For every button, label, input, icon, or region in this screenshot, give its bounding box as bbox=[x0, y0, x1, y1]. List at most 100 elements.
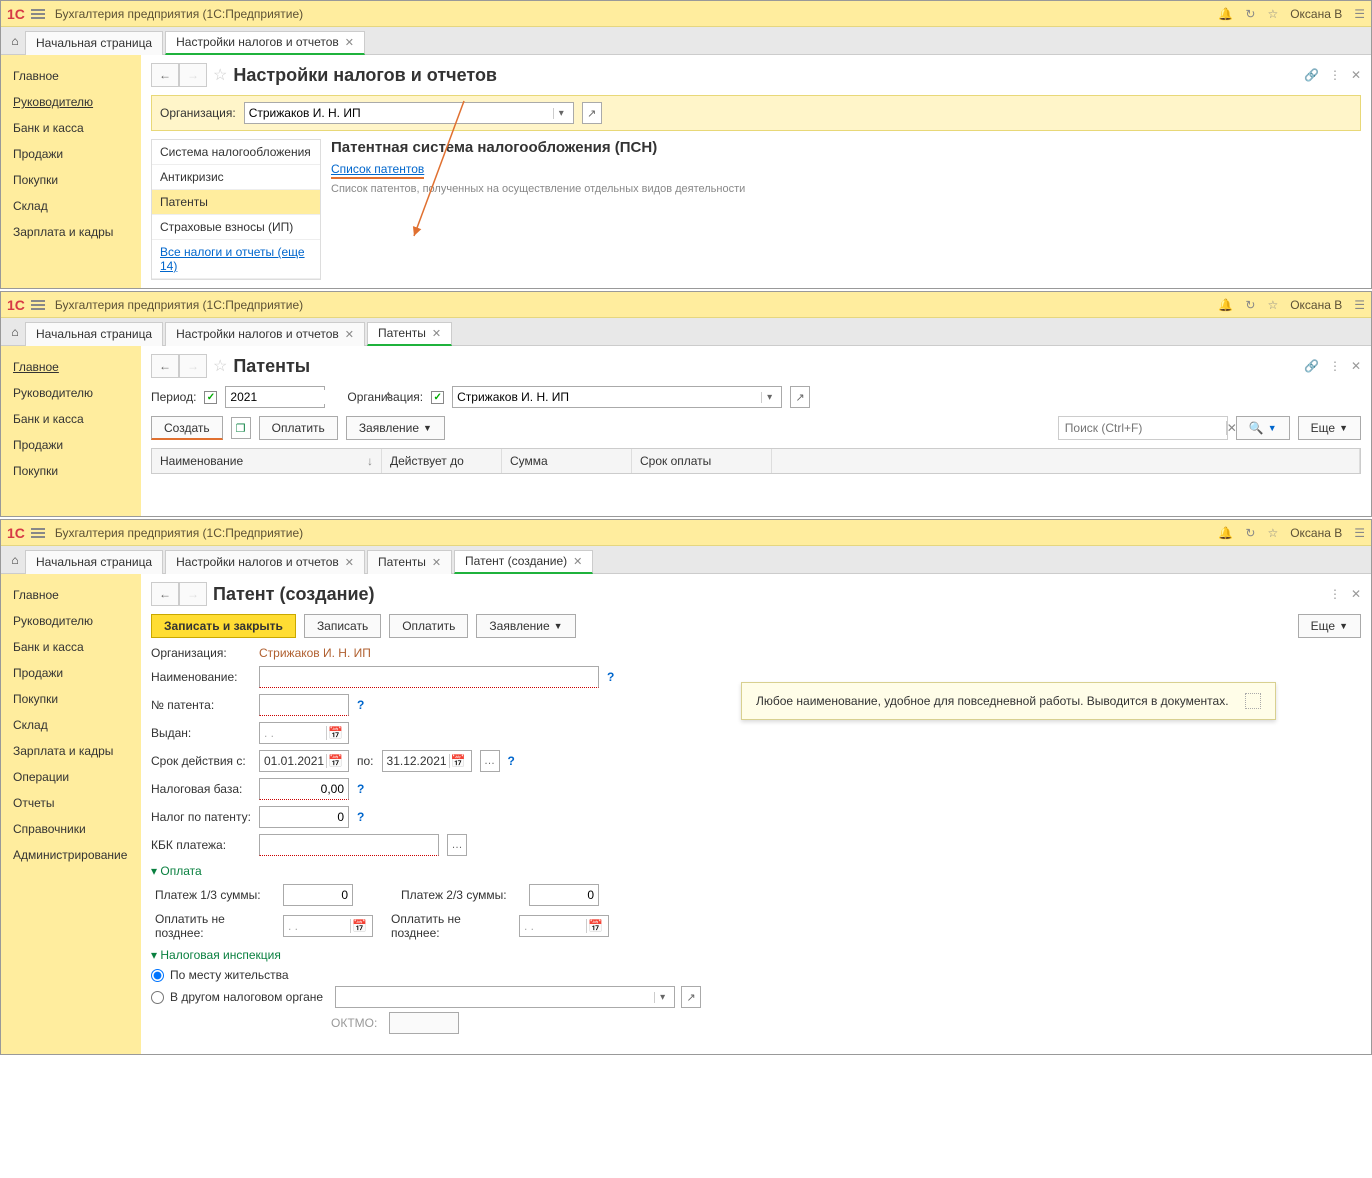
nav-patents[interactable]: Патенты bbox=[152, 190, 320, 215]
bell-icon[interactable]: 🔔 bbox=[1218, 298, 1233, 312]
period-input[interactable]: ▲▼ bbox=[225, 386, 325, 408]
sidebar-item-sales[interactable]: Продажи bbox=[1, 432, 141, 458]
hamburger-icon[interactable] bbox=[31, 526, 45, 540]
save-button[interactable]: Записать bbox=[304, 614, 381, 638]
col-name[interactable]: Наименование↓ bbox=[152, 449, 382, 473]
close-icon[interactable]: ✕ bbox=[345, 328, 354, 341]
open-org-button[interactable]: ↗ bbox=[790, 386, 810, 408]
back-button[interactable]: ← bbox=[151, 582, 179, 606]
pay13-input[interactable] bbox=[283, 884, 353, 906]
bell-icon[interactable]: 🔔 bbox=[1218, 526, 1233, 540]
tax-inspection-section[interactable]: ▾ Налоговая инспекция bbox=[151, 948, 1361, 962]
save-close-button[interactable]: Записать и закрыть bbox=[151, 614, 296, 638]
tax-input[interactable] bbox=[259, 806, 349, 828]
tax-org-combo[interactable]: ▾ bbox=[335, 986, 675, 1008]
tab-patents[interactable]: Патенты✕ bbox=[367, 322, 452, 346]
application-button[interactable]: Заявление ▼ bbox=[476, 614, 575, 638]
tab-tax-settings[interactable]: Настройки налогов и отчетов✕ bbox=[165, 550, 365, 574]
forward-button[interactable]: → bbox=[179, 354, 207, 378]
col-valid-to[interactable]: Действует до bbox=[382, 449, 502, 473]
help-icon[interactable]: ? bbox=[357, 698, 364, 712]
bell-icon[interactable]: 🔔 bbox=[1218, 7, 1233, 21]
org-value[interactable]: Стрижаков И. Н. ИП bbox=[259, 646, 371, 660]
help-icon[interactable]: ? bbox=[357, 810, 364, 824]
sidebar-item-bank[interactable]: Банк и касса bbox=[1, 406, 141, 432]
forward-button[interactable]: → bbox=[179, 63, 207, 87]
period-checkbox[interactable]: ✓ bbox=[204, 391, 217, 404]
sidebar-item-warehouse[interactable]: Склад bbox=[1, 712, 141, 738]
nav-all-taxes[interactable]: Все налоги и отчеты (еще 14) bbox=[152, 240, 320, 279]
sidebar-item-warehouse[interactable]: Склад bbox=[1, 193, 141, 219]
more-button[interactable]: Еще ▼ bbox=[1298, 416, 1361, 440]
issued-date[interactable]: . .📅 bbox=[259, 722, 349, 744]
home-icon[interactable]: ⌂ bbox=[5, 34, 25, 48]
back-button[interactable]: ← bbox=[151, 63, 179, 87]
home-icon[interactable]: ⌂ bbox=[5, 325, 25, 339]
hamburger-icon[interactable] bbox=[31, 7, 45, 21]
pay-button[interactable]: Оплатить bbox=[259, 416, 338, 440]
col-deadline[interactable]: Срок оплаты bbox=[632, 449, 772, 473]
calendar-icon[interactable]: 📅 bbox=[350, 919, 368, 933]
tab-home[interactable]: Начальная страница bbox=[25, 31, 163, 55]
help-icon[interactable]: ? bbox=[508, 754, 515, 768]
sidebar-item-manager[interactable]: Руководителю bbox=[1, 89, 141, 115]
tab-home[interactable]: Начальная страница bbox=[25, 322, 163, 346]
menu-icon[interactable]: ☰ bbox=[1354, 526, 1365, 540]
link-icon[interactable]: 🔗 bbox=[1304, 359, 1319, 373]
sidebar-item-main[interactable]: Главное bbox=[1, 582, 141, 608]
dropdown-icon[interactable]: ▾ bbox=[654, 992, 670, 1003]
name-input[interactable] bbox=[259, 666, 599, 688]
tab-tax-settings[interactable]: Настройки налогов и отчетов✕ bbox=[165, 322, 365, 346]
open-org-button[interactable]: ↗ bbox=[582, 102, 602, 124]
deadline2-date[interactable]: . .📅 bbox=[519, 915, 609, 937]
search-field[interactable] bbox=[1059, 421, 1226, 435]
sidebar-item-dictionaries[interactable]: Справочники bbox=[1, 816, 141, 842]
menu-icon[interactable]: ☰ bbox=[1354, 7, 1365, 21]
deadline1-date[interactable]: . .📅 bbox=[283, 915, 373, 937]
history-icon[interactable]: ↻ bbox=[1245, 526, 1255, 540]
sidebar-item-purchases[interactable]: Покупки bbox=[1, 458, 141, 484]
more-icon[interactable]: ⋮ bbox=[1329, 359, 1341, 373]
help-icon[interactable]: ? bbox=[607, 670, 614, 684]
close-icon[interactable]: ✕ bbox=[1351, 68, 1361, 82]
date-to[interactable]: 31.12.2021📅 bbox=[382, 750, 472, 772]
history-icon[interactable]: ↻ bbox=[1245, 7, 1255, 21]
link-icon[interactable]: 🔗 bbox=[1304, 68, 1319, 82]
create-button[interactable]: Создать bbox=[151, 416, 223, 440]
search-input[interactable]: ✕ bbox=[1058, 416, 1228, 440]
org-checkbox[interactable]: ✓ bbox=[431, 391, 444, 404]
date-from[interactable]: 01.01.2021📅 bbox=[259, 750, 349, 772]
num-input[interactable] bbox=[259, 694, 349, 716]
star-icon[interactable]: ☆ bbox=[1267, 298, 1278, 312]
more-icon[interactable]: ⋮ bbox=[1329, 68, 1341, 82]
close-icon[interactable]: ✕ bbox=[1351, 587, 1361, 601]
payment-section[interactable]: ▾ Оплата bbox=[151, 864, 1361, 878]
tab-tax-settings[interactable]: Настройки налогов и отчетов ✕ bbox=[165, 31, 365, 55]
history-icon[interactable]: ↻ bbox=[1245, 298, 1255, 312]
radio-residence[interactable] bbox=[151, 969, 164, 982]
sidebar-item-main[interactable]: Главное bbox=[1, 354, 141, 380]
star-icon[interactable]: ☆ bbox=[1267, 526, 1278, 540]
close-icon[interactable]: ✕ bbox=[345, 36, 354, 49]
sidebar-item-manager[interactable]: Руководителю bbox=[1, 380, 141, 406]
sidebar-item-operations[interactable]: Операции bbox=[1, 764, 141, 790]
org-combo[interactable]: ▾ bbox=[244, 102, 574, 124]
more-icon[interactable]: ⋮ bbox=[1329, 587, 1341, 601]
pay23-input[interactable] bbox=[529, 884, 599, 906]
org-input[interactable] bbox=[249, 106, 553, 120]
user-name[interactable]: Оксана В bbox=[1290, 298, 1342, 312]
col-sum[interactable]: Сумма bbox=[502, 449, 632, 473]
kbk-input[interactable] bbox=[259, 834, 439, 856]
ellipsis-button[interactable]: … bbox=[480, 750, 500, 772]
tax-org-input[interactable] bbox=[340, 990, 654, 1004]
patents-list-link[interactable]: Список патентов bbox=[331, 162, 424, 179]
nav-crisis[interactable]: Антикризис bbox=[152, 165, 320, 190]
open-button[interactable]: ↗ bbox=[681, 986, 701, 1008]
sidebar-item-main[interactable]: Главное bbox=[1, 63, 141, 89]
dropdown-icon[interactable]: ▾ bbox=[553, 108, 569, 119]
calendar-icon[interactable]: 📅 bbox=[586, 919, 604, 933]
close-icon[interactable]: ✕ bbox=[1351, 359, 1361, 373]
dropdown-icon[interactable]: ▾ bbox=[761, 392, 777, 403]
favorite-icon[interactable]: ☆ bbox=[213, 356, 227, 376]
calendar-icon[interactable]: 📅 bbox=[326, 754, 344, 768]
